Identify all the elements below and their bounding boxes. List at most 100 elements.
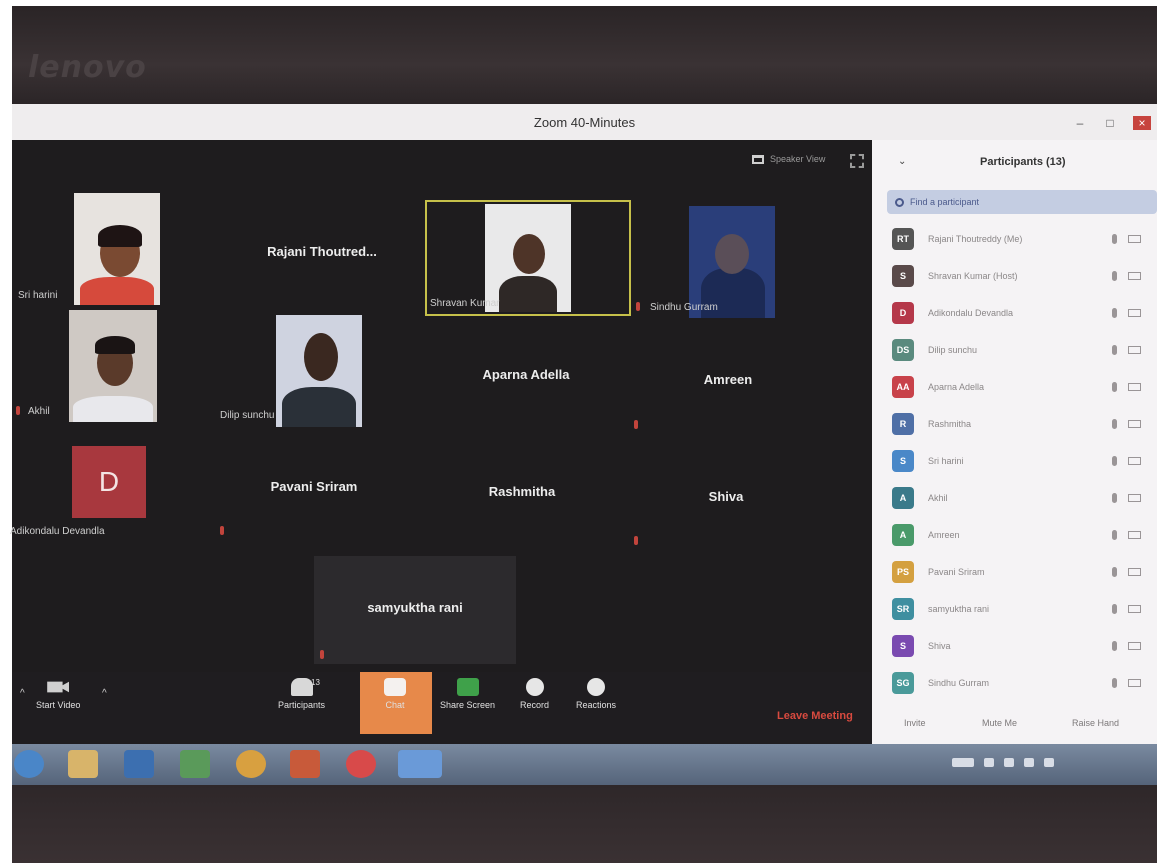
participant-row[interactable]: R Rashmitha: [892, 411, 1152, 437]
participant-row[interactable]: PS Pavani Sriram: [892, 559, 1152, 585]
title-bar: Zoom 40-Minutes – □ ×: [12, 104, 1157, 140]
video-tile-sri-harini[interactable]: [74, 193, 160, 305]
tile-name-aparna-adella: Aparna Adella: [482, 367, 570, 382]
camera-icon: [1128, 272, 1141, 280]
camera-icon: [1128, 457, 1141, 465]
participant-name: Shiva: [928, 641, 951, 651]
microphone-icon: [1112, 493, 1117, 503]
search-icon: [895, 197, 904, 207]
panel-footer: Invite Mute Me Raise Hand: [872, 718, 1157, 738]
battery-icon[interactable]: [1044, 758, 1054, 767]
tile-name-sindhu-gurram: Sindhu Gurram: [650, 302, 718, 313]
tile-name-shravan-kumar: Shravan Kumar: [430, 298, 500, 309]
muted-indicator-samyuktha: [320, 650, 324, 659]
view-toggle-label: Speaker View: [770, 154, 826, 164]
panel-collapse-chevron-icon[interactable]: ⌄: [898, 156, 906, 167]
camera-icon: [1128, 494, 1141, 502]
participant-row[interactable]: A Amreen: [892, 522, 1152, 548]
tile-name-dilip-sunchu: Dilip sunchu: [220, 410, 275, 421]
participant-name: Rajani Thoutreddy (Me): [928, 234, 1023, 244]
camera-icon: [1128, 420, 1141, 428]
participants-button[interactable]: 13 Participants: [278, 678, 325, 710]
reactions-button[interactable]: Reactions: [576, 678, 616, 710]
zoom-window: Zoom 40-Minutes – □ × Speaker View Sri h…: [10, 104, 1157, 744]
raise-hand-button[interactable]: Raise Hand: [1072, 718, 1119, 728]
participant-row[interactable]: RT Rajani Thoutreddy (Me): [892, 226, 1152, 252]
video-tile-samyuktha-rani[interactable]: samyuktha rani: [314, 556, 516, 664]
computer-icon[interactable]: [124, 750, 154, 778]
store-icon[interactable]: [180, 750, 210, 778]
file-explorer-icon[interactable]: [68, 750, 98, 778]
maximize-button[interactable]: □: [1103, 116, 1117, 130]
mail-icon[interactable]: [346, 750, 376, 778]
volume-icon[interactable]: [1004, 758, 1014, 767]
invite-button[interactable]: Invite: [904, 718, 926, 728]
camera-icon: [1128, 642, 1141, 650]
meeting-toolbar: ^ Start Video ^ 13 Participants Chat Sha…: [12, 672, 872, 744]
microphone-icon: [1112, 234, 1117, 244]
photo-of-screen: lenovo Zoom 40-Minutes – □ × Speaker Vie…: [0, 0, 1159, 867]
chat-button[interactable]: Chat: [360, 672, 432, 734]
start-video-label: Start Video: [36, 700, 81, 710]
share-screen-label: Share Screen: [440, 700, 496, 710]
tile-name-rajani: Rajani Thoutred...: [267, 244, 377, 259]
participant-row[interactable]: SR samyuktha rani: [892, 596, 1152, 622]
window-controls: – □ ×: [1073, 116, 1151, 130]
participant-avatar: DS: [892, 339, 914, 361]
chrome-icon[interactable]: [236, 750, 266, 778]
tile-name-akhil: Akhil: [28, 406, 50, 417]
participant-row[interactable]: SG Sindhu Gurram: [892, 670, 1152, 696]
participant-row[interactable]: S Sri harini: [892, 448, 1152, 474]
tile-name-amreen: Amreen: [703, 372, 753, 387]
zoom-icon[interactable]: [398, 750, 442, 778]
participant-row[interactable]: S Shravan Kumar (Host): [892, 263, 1152, 289]
grid-view-icon: [752, 154, 764, 164]
participant-avatar: PS: [892, 561, 914, 583]
close-button[interactable]: ×: [1133, 116, 1151, 130]
participant-row[interactable]: S Shiva: [892, 633, 1152, 659]
participant-row[interactable]: DS Dilip sunchu: [892, 337, 1152, 363]
fullscreen-icon[interactable]: [850, 154, 864, 168]
windows-taskbar: [12, 744, 1157, 785]
microphone-icon: [1112, 456, 1117, 466]
participants-panel: ⌄ Participants (13) RT Rajani Thoutreddy …: [872, 140, 1157, 744]
video-tile-dilip-sunchu[interactable]: [276, 315, 362, 427]
participant-search-input[interactable]: [910, 197, 1130, 207]
camera-icon: [1128, 679, 1141, 687]
audio-options-caret-icon[interactable]: ^: [20, 688, 25, 699]
flag-icon[interactable]: [1024, 758, 1034, 767]
monitor-bezel-top: lenovo: [12, 6, 1157, 104]
participant-name: Akhil: [928, 493, 948, 503]
powerpoint-icon[interactable]: [290, 750, 320, 778]
record-button[interactable]: Record: [520, 678, 549, 710]
tile-name-adikondalu: Adikondalu Devandla: [10, 526, 105, 537]
internet-explorer-icon[interactable]: [14, 750, 44, 778]
network-icon[interactable]: [984, 758, 994, 767]
participant-row[interactable]: AA Aparna Adella: [892, 374, 1152, 400]
view-toggle-button[interactable]: Speaker View: [752, 154, 825, 164]
minimize-button[interactable]: –: [1073, 116, 1087, 130]
participant-name: Pavani Sriram: [928, 567, 985, 577]
microphone-icon: [1112, 567, 1117, 577]
participant-name: Sri harini: [928, 456, 964, 466]
participant-name: Sindhu Gurram: [928, 678, 990, 688]
share-screen-button[interactable]: Share Screen: [440, 678, 495, 710]
share-screen-icon: [456, 678, 479, 696]
microphone-icon: [1112, 641, 1117, 651]
video-options-caret-icon[interactable]: ^: [102, 688, 107, 699]
avatar-adikondalu[interactable]: D: [72, 446, 146, 518]
monitor-brand-logo: lenovo: [28, 50, 147, 85]
window-title: Zoom 40-Minutes: [533, 114, 636, 130]
participant-search-box[interactable]: [887, 190, 1157, 214]
tile-name-rashmitha: Rashmitha: [488, 484, 556, 499]
video-tile-akhil[interactable]: [69, 310, 157, 422]
record-icon: [525, 678, 544, 696]
participant-row[interactable]: A Akhil: [892, 485, 1152, 511]
start-video-button[interactable]: Start Video: [36, 678, 80, 710]
keyboard-icon[interactable]: [952, 758, 974, 767]
mute-me-button[interactable]: Mute Me: [982, 718, 1017, 728]
leave-meeting-button[interactable]: Leave Meeting: [777, 710, 853, 722]
record-label: Record: [520, 700, 550, 710]
participant-row[interactable]: D Adikondalu Devandla: [892, 300, 1152, 326]
participant-name: Rashmitha: [928, 419, 972, 429]
